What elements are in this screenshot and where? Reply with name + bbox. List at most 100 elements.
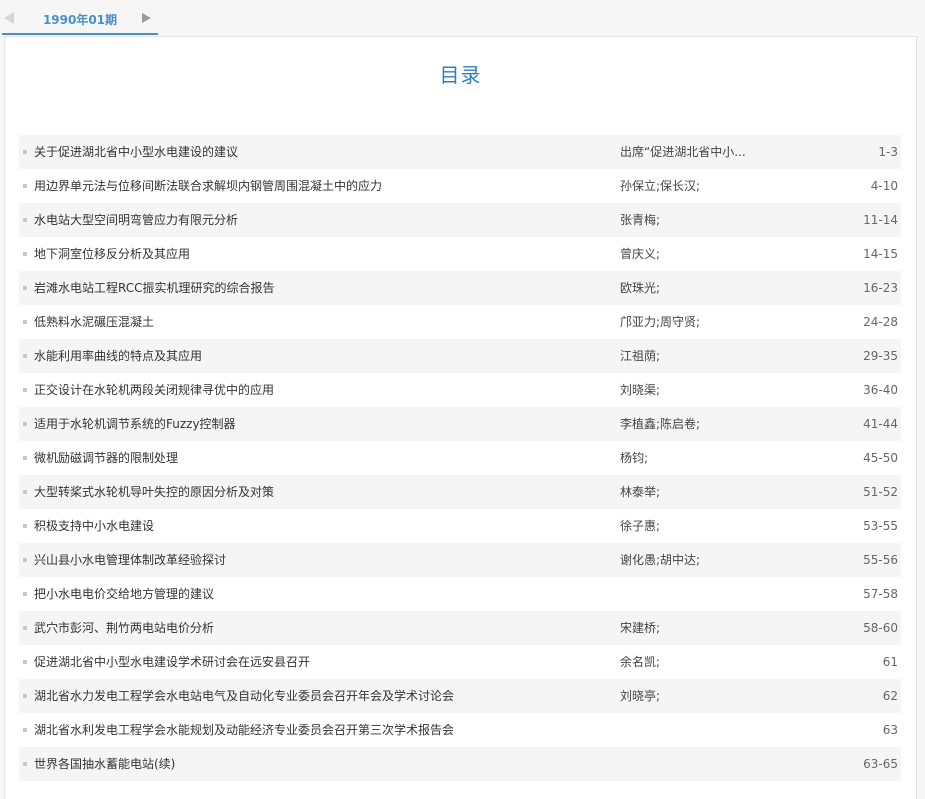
article-author[interactable]: 刘晓亭; [620,679,800,713]
article-author[interactable]: 出席“促进湖北省中小... [620,135,800,169]
tab-current-issue[interactable]: 1990年01期 [24,8,136,34]
bullet-icon [23,626,27,630]
article-title-link[interactable]: 积极支持中小水电建设 [34,509,614,543]
article-title-link[interactable]: 水电站大型空间明弯管应力有限元分析 [34,203,614,237]
article-author[interactable]: 邝亚力;周守贤; [620,305,800,339]
article-author[interactable]: 刘晓渠; [620,373,800,407]
contents-panel: 目录 关于促进湖北省中小型水电建设的建议 出席“促进湖北省中小... 1-3 用边界单… [4,36,917,799]
article-author[interactable]: 孙保立;保长汉; [620,169,800,203]
article-pages: 45-50 [863,451,898,465]
article-title-link[interactable]: 关于促进湖北省中小型水电建设的建议 [34,135,614,169]
article-author[interactable]: 谢化愚;胡中达; [620,543,800,577]
article-title-link[interactable]: 微机励磁调节器的限制处理 [34,441,614,475]
bullet-icon [23,184,27,188]
article-row[interactable]: 岩滩水电站工程RCC振实机理研究的综合报告 欧珠光; 16-23 [19,271,901,305]
article-row[interactable]: 地下洞室位移反分析及其应用 曾庆义; 14-15 [19,237,901,271]
article-row[interactable]: 世界各国抽水蓄能电站(续) 63-65 [19,747,901,781]
article-author[interactable]: 林泰举; [620,475,800,509]
article-author[interactable]: 江祖荫; [620,339,800,373]
bullet-icon [23,558,27,562]
article-row[interactable]: 微机励磁调节器的限制处理 杨钧; 45-50 [19,441,901,475]
article-author[interactable]: 徐子惠; [620,509,800,543]
article-row[interactable]: 湖北省水力发电工程学会水电站电气及自动化专业委员会召开年会及学术讨论会 刘晓亭; 6… [19,679,901,713]
bullet-icon [23,762,27,766]
article-pages: 58-60 [863,621,898,635]
article-row[interactable]: 武穴市彭河、荆竹两电站电价分析 宋建桥; 58-60 [19,611,901,645]
issue-tabbar: 1990年01期 [0,0,925,36]
article-row[interactable]: 水能利用率曲线的特点及其应用 江祖荫; 29-35 [19,339,901,373]
article-pages: 62 [882,689,898,703]
article-title-link[interactable]: 促进湖北省中小型水电建设学术研讨会在远安县召开 [34,645,614,679]
article-title-link[interactable]: 湖北省水利发电工程学会水能规划及动能经济专业委员会召开第三次学术报告会 [34,713,614,747]
article-title-link[interactable]: 适用于水轮机调节系统的Fuzzy控制器 [34,407,614,441]
bullet-icon [23,694,27,698]
article-author[interactable]: 余名凯; [620,645,800,679]
next-issue-arrow-icon[interactable] [142,13,151,23]
bullet-icon [23,490,27,494]
article-pages: 61 [882,655,898,669]
bullet-icon [23,660,27,664]
article-row[interactable]: 用边界单元法与位移间断法联合求解坝内钢管周围混凝土中的应力 孙保立;保长汉; 4-1… [19,169,901,203]
bullet-icon [23,422,27,426]
bullet-icon [23,456,27,460]
article-author[interactable]: 曾庆义; [620,237,800,271]
article-pages: 11-14 [863,213,898,227]
article-pages: 24-28 [863,315,898,329]
article-row[interactable]: 关于促进湖北省中小型水电建设的建议 出席“促进湖北省中小... 1-3 [19,135,901,169]
article-row[interactable]: 把小水电电价交给地方管理的建议 57-58 [19,577,901,611]
article-row[interactable]: 大型转桨式水轮机导叶失控的原因分析及对策 林泰举; 51-52 [19,475,901,509]
article-title-link[interactable]: 岩滩水电站工程RCC振实机理研究的综合报告 [34,271,614,305]
article-row[interactable]: 适用于水轮机调节系统的Fuzzy控制器 李植鑫;陈启卷; 41-44 [19,407,901,441]
article-pages: 63-65 [863,757,898,771]
previous-issue-arrow-icon[interactable] [4,12,14,24]
article-row[interactable]: 正交设计在水轮机两段关闭规律寻优中的应用 刘晓渠; 36-40 [19,373,901,407]
article-row[interactable]: 湖北省水利发电工程学会水能规划及动能经济专业委员会召开第三次学术报告会 63 [19,713,901,747]
bullet-icon [23,286,27,290]
bullet-icon [23,524,27,528]
article-author[interactable]: 张青梅; [620,203,800,237]
article-pages: 51-52 [863,485,898,499]
article-pages: 16-23 [863,281,898,295]
bullet-icon [23,150,27,154]
article-pages: 55-56 [863,553,898,567]
article-row[interactable]: 水电站大型空间明弯管应力有限元分析 张青梅; 11-14 [19,203,901,237]
article-title-link[interactable]: 把小水电电价交给地方管理的建议 [34,577,614,611]
article-title-link[interactable]: 大型转桨式水轮机导叶失控的原因分析及对策 [34,475,614,509]
article-pages: 36-40 [863,383,898,397]
article-row[interactable]: 兴山县小水电管理体制改革经验探讨 谢化愚;胡中达; 55-56 [19,543,901,577]
article-title-link[interactable]: 水能利用率曲线的特点及其应用 [34,339,614,373]
article-pages: 53-55 [863,519,898,533]
article-pages: 63 [882,723,898,737]
article-title-link[interactable]: 湖北省水力发电工程学会水电站电气及自动化专业委员会召开年会及学术讨论会 [34,679,614,713]
article-pages: 14-15 [863,247,898,261]
bullet-icon [23,388,27,392]
article-author[interactable]: 欧珠光; [620,271,800,305]
article-title-link[interactable]: 地下洞室位移反分析及其应用 [34,237,614,271]
article-title-link[interactable]: 世界各国抽水蓄能电站(续) [34,747,614,781]
article-author[interactable]: 杨钧; [620,441,800,475]
article-title-link[interactable]: 低熟料水泥碾压混凝土 [34,305,614,339]
article-author[interactable]: 李植鑫;陈启卷; [620,407,800,441]
article-pages: 41-44 [863,417,898,431]
article-pages: 1-3 [878,145,898,159]
bullet-icon [23,592,27,596]
article-author[interactable]: 宋建桥; [620,611,800,645]
bullet-icon [23,320,27,324]
article-list: 关于促进湖北省中小型水电建设的建议 出席“促进湖北省中小... 1-3 用边界单元法与… [19,135,901,781]
bullet-icon [23,354,27,358]
article-title-link[interactable]: 武穴市彭河、荆竹两电站电价分析 [34,611,614,645]
bullet-icon [23,728,27,732]
article-pages: 29-35 [863,349,898,363]
article-title-link[interactable]: 正交设计在水轮机两段关闭规律寻优中的应用 [34,373,614,407]
article-row[interactable]: 积极支持中小水电建设 徐子惠; 53-55 [19,509,901,543]
bullet-icon [23,218,27,222]
article-row[interactable]: 低熟料水泥碾压混凝土 邝亚力;周守贤; 24-28 [19,305,901,339]
page-title: 目录 [439,63,482,87]
bullet-icon [23,252,27,256]
article-row[interactable]: 促进湖北省中小型水电建设学术研讨会在远安县召开 余名凯; 61 [19,645,901,679]
article-pages: 4-10 [870,179,898,193]
article-title-link[interactable]: 用边界单元法与位移间断法联合求解坝内钢管周围混凝土中的应力 [34,169,614,203]
active-tab-underline [2,33,158,35]
article-pages: 57-58 [863,587,898,601]
article-title-link[interactable]: 兴山县小水电管理体制改革经验探讨 [34,543,614,577]
